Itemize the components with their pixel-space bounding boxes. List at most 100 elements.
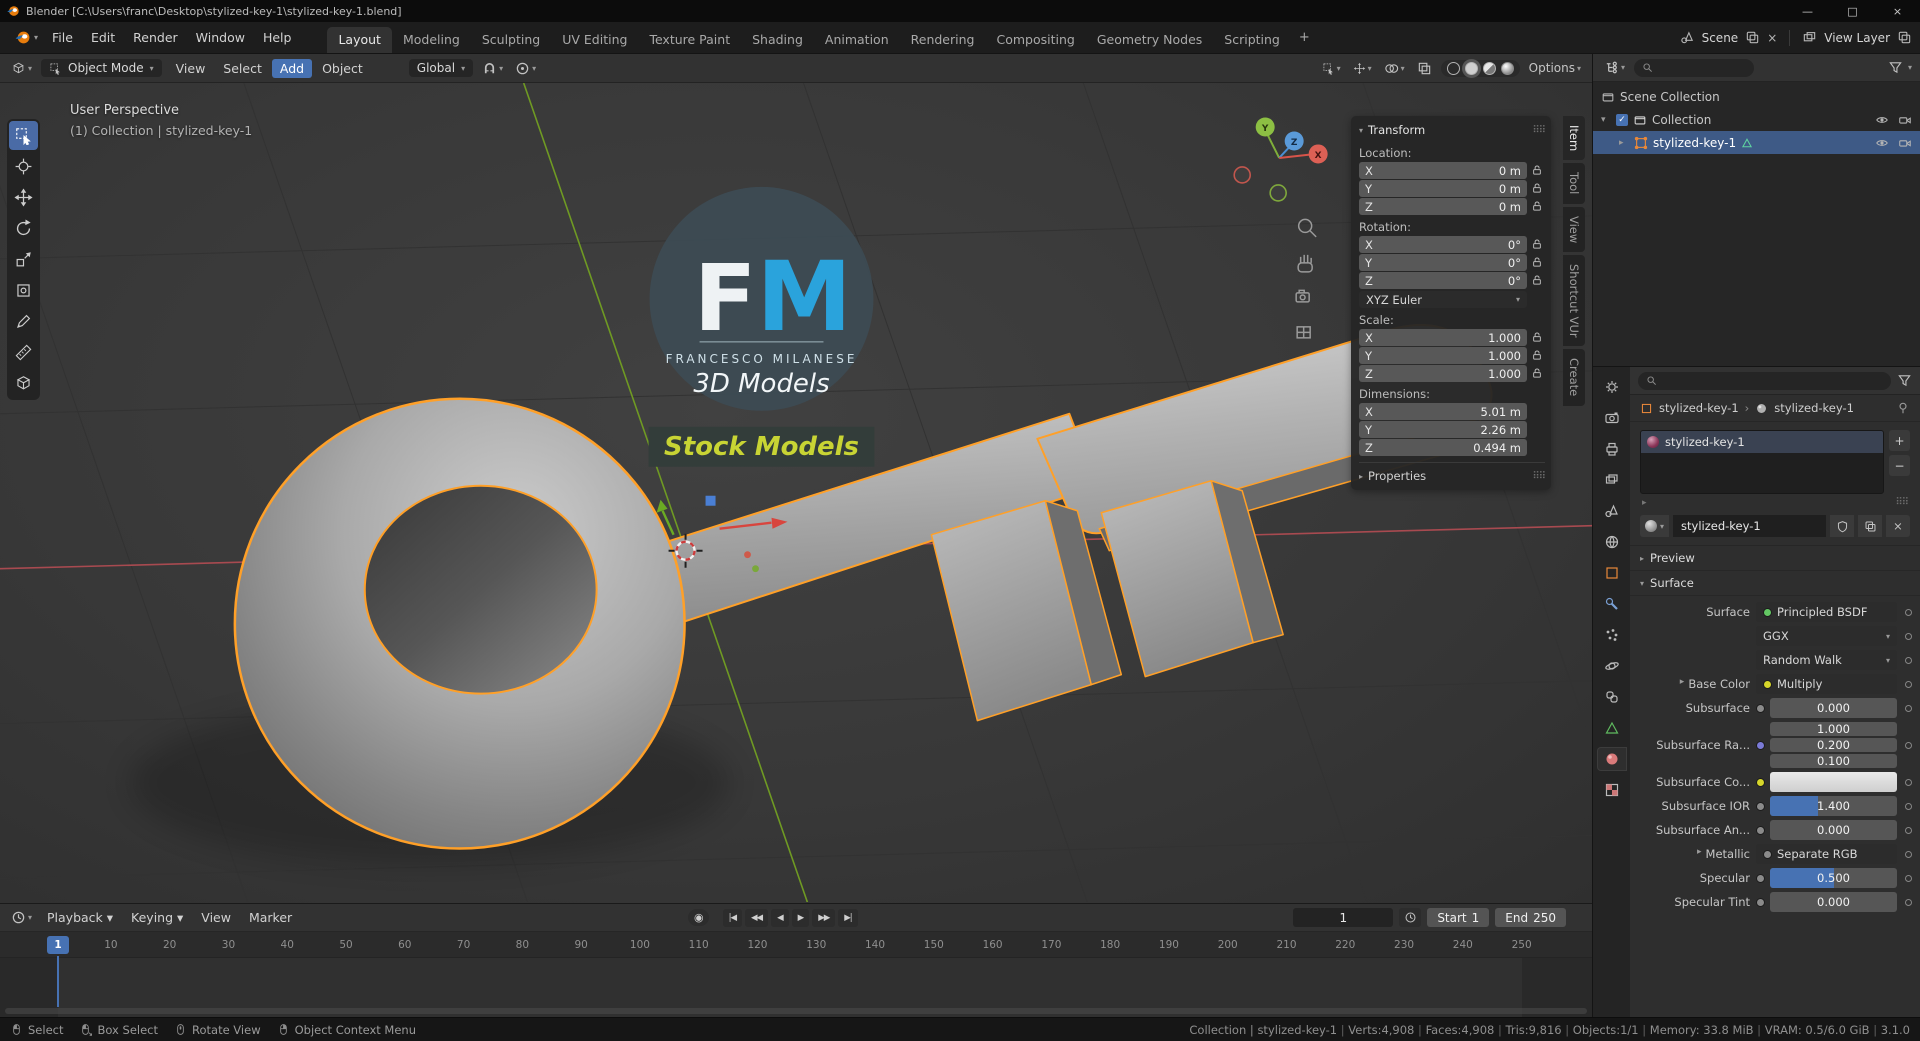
specular-tint-animate-dot[interactable] [1905,898,1912,906]
tool-move[interactable] [9,183,38,212]
mode-dropdown[interactable]: Object Mode ▾ [41,59,162,77]
workspace-tab-uv-editing[interactable]: UV Editing [551,27,638,53]
timeline-editor-type-button[interactable]: ▾ [8,908,35,927]
camera-view-icon[interactable] [1295,289,1310,303]
previous-keyframe-button[interactable]: ◀◀ [745,908,769,927]
use-preview-range-button[interactable] [1399,908,1422,927]
tab-modifiers[interactable] [1597,592,1627,616]
eye-icon[interactable] [1875,136,1889,150]
rotation-x-field[interactable]: X 0° [1359,236,1527,253]
tab-view-layer[interactable] [1597,468,1627,492]
rotation-mode-dropdown[interactable]: XYZ Euler ▾ [1359,291,1527,308]
specular-tint-socket-icon[interactable] [1756,897,1765,907]
tab-material[interactable] [1596,747,1627,771]
material-slot-list[interactable]: stylized-key-1 [1640,430,1884,494]
outliner-row-collection[interactable]: ▾ ✓ Collection [1593,108,1920,131]
options-menu[interactable]: Options ▾ [1526,59,1584,77]
surface-socket-icon[interactable] [1763,607,1772,617]
tool-annotate[interactable] [9,307,38,336]
n-panel-tab-view[interactable]: View [1563,206,1585,252]
disclosure-triangle-icon[interactable]: ▾ [1601,115,1611,125]
workspace-tab-animation[interactable]: Animation [814,27,900,53]
base-color-socket-icon[interactable] [1763,679,1772,689]
subsurface-field[interactable]: 0.000 [1770,698,1897,718]
current-frame-field[interactable]: 1 [1293,908,1394,927]
surface-panel-header[interactable]: ▾ Surface [1630,571,1920,596]
browse-material-button[interactable]: ▾ [1640,515,1670,537]
shading-material-button[interactable] [1482,61,1496,75]
maximize-button[interactable]: □ [1830,0,1875,22]
menu-window[interactable]: Window [188,28,253,47]
location-x-field[interactable]: X 0 m [1359,162,1527,179]
new-view-layer-icon[interactable] [1897,30,1912,45]
material-slot-item[interactable]: stylized-key-1 [1641,431,1883,453]
tab-constraints[interactable] [1597,685,1627,709]
subsurface-color-swatch[interactable] [1770,772,1897,792]
show-gizmo-toggle[interactable]: ▾ [1350,59,1375,78]
workspace-tab-scripting[interactable]: Scripting [1213,27,1291,53]
rotation-y-field[interactable]: Y 0° [1359,254,1527,271]
properties-panel-header[interactable]: ▸ Properties ⠿⠿ [1359,462,1546,484]
subsurface-radius-field-0[interactable]: 1.000 [1770,722,1897,736]
timeline-menu-keying[interactable]: Keying ▾ [123,908,191,927]
unlink-material-button[interactable]: × [1886,515,1910,537]
breadcrumb-material[interactable]: stylized-key-1 [1774,401,1854,415]
n-panel-tab-create[interactable]: Create [1563,349,1585,406]
timeline-menu-playback[interactable]: Playback ▾ [39,908,121,927]
gizmo-z-handle[interactable] [705,495,716,506]
outliner-search-input[interactable] [1634,58,1755,77]
jump-to-end-button[interactable]: ▶| [838,908,858,927]
specials-menu-icon[interactable]: ▸ [1642,498,1647,508]
metallic-socket-icon[interactable] [1763,849,1772,859]
tab-output[interactable] [1597,437,1627,461]
playhead-line[interactable] [57,956,59,1007]
tool-measure[interactable] [9,338,38,367]
pin-icon[interactable] [1896,401,1910,415]
subsurface-radius-socket-icon[interactable] [1756,740,1765,750]
filter-icon[interactable] [1897,373,1912,388]
subsurface-ior-slider[interactable]: 1.400 [1770,796,1897,816]
distribution-animate-dot[interactable] [1905,632,1912,640]
shading-wireframe-button[interactable] [1446,61,1460,75]
view-layer-name[interactable]: View Layer [1824,31,1890,45]
play-reverse-button[interactable]: ◀ [771,908,789,927]
shading-solid-button[interactable] [1464,61,1478,75]
axis-x-neg-ball[interactable] [1233,166,1252,184]
subsurface-method-widget[interactable]: Random Walk ▾ [1756,650,1897,670]
menu-edit[interactable]: Edit [83,28,123,47]
lock-icon[interactable] [1531,349,1545,363]
subsurface-ior-animate-dot[interactable] [1905,802,1912,810]
tool-select-box[interactable] [9,121,38,150]
subsurface-color-widget[interactable] [1756,772,1897,792]
outliner-row-scene-collection[interactable]: Scene Collection [1593,85,1920,108]
timeline-scrollbar[interactable] [5,1008,1587,1014]
tab-texture[interactable] [1597,778,1627,802]
material-name-field[interactable]: stylized-key-1 [1673,515,1826,537]
new-scene-icon[interactable] [1745,30,1760,45]
breadcrumb-object[interactable]: stylized-key-1 [1659,401,1739,415]
navigation-gizmo[interactable]: Y Z X [1233,117,1328,202]
workspace-tab-layout[interactable]: Layout [327,27,392,53]
lock-icon[interactable] [1531,367,1545,381]
subsurface-radius-field-2[interactable]: 0.100 [1770,754,1897,768]
scene-name[interactable]: Scene [1702,31,1739,45]
xray-toggle[interactable] [1414,59,1435,78]
play-button[interactable]: ▶ [791,908,810,927]
snapping-toggle[interactable]: ▾ [479,59,506,78]
minimize-button[interactable]: — [1785,0,1830,22]
selectability-dropdown[interactable]: ▾ [1319,59,1344,78]
lock-icon[interactable] [1531,331,1545,345]
outliner-editor-type-button[interactable]: ▾ [1601,58,1628,77]
subsurface-radius-field-1[interactable]: 0.200 [1770,738,1897,752]
n-panel-tab-item[interactable]: Item [1563,116,1585,161]
jump-to-start-button[interactable]: |◀ [722,908,743,927]
fake-user-button[interactable] [1830,515,1854,537]
lock-icon[interactable] [1531,164,1545,178]
subsurface-color-animate-dot[interactable] [1905,778,1912,786]
dimensions-x-field[interactable]: X 5.01 m [1359,403,1527,420]
tab-physics[interactable] [1597,654,1627,678]
frame-end-field[interactable]: End 250 [1495,908,1566,927]
menu-render[interactable]: Render [125,28,186,47]
blender-menu-button[interactable]: ▾ [8,29,44,46]
tab-tool[interactable] [1597,375,1627,399]
